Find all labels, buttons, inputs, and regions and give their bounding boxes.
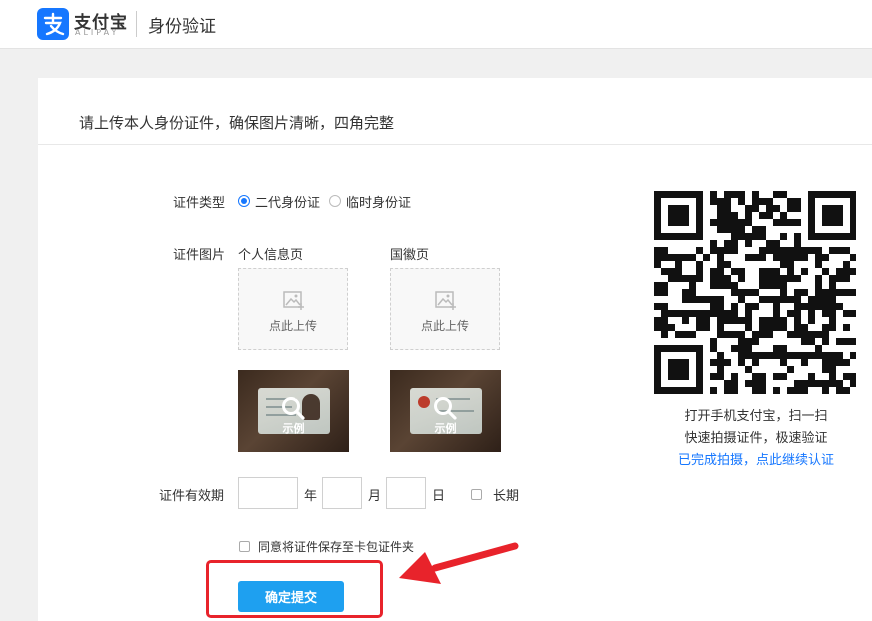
header-divider: [136, 11, 137, 37]
radio-temp-id-label[interactable]: 临时身份证: [346, 192, 411, 211]
save-to-wallet-label[interactable]: 同意将证件保存至卡包证件夹: [258, 538, 414, 555]
upload-instruction: 请上传本人身份证件，确保图片清晰，四角完整: [79, 114, 395, 132]
save-to-wallet-checkbox[interactable]: [239, 541, 250, 552]
qr-instruction-line1: 打开手机支付宝，扫一扫: [684, 409, 828, 424]
back-side-label: 国徽页: [390, 248, 430, 263]
id-image-label: 证件图片: [173, 248, 226, 263]
back-sample-image[interactable]: 示例: [390, 370, 501, 452]
long-term-label[interactable]: 长期: [493, 485, 519, 504]
national-emblem-graphic: [418, 396, 430, 408]
red-arrow-icon: [399, 542, 519, 584]
front-sample-label: 示例: [282, 422, 305, 435]
back-sample-label: 示例: [434, 422, 457, 435]
upload-back-text: 点此上传: [420, 319, 469, 333]
panel-divider: [38, 144, 872, 145]
qr-code-icon: [654, 191, 856, 395]
radio-temp-id[interactable]: [329, 195, 341, 207]
upload-front-text: 点此上传: [268, 319, 317, 333]
submit-button[interactable]: 确定提交: [238, 581, 344, 612]
image-upload-icon: [435, 291, 456, 310]
month-unit: 月: [368, 489, 382, 504]
search-icon: [282, 397, 305, 420]
search-icon: [434, 397, 457, 420]
month-input[interactable]: [322, 477, 362, 509]
page-title: 身份验证: [148, 17, 216, 37]
image-upload-icon: [283, 291, 304, 310]
id-type-label: 证件类型: [173, 196, 226, 211]
qr-instruction-line2: 快速拍摄证件，极速验证: [684, 431, 828, 446]
upload-back-button[interactable]: 点此上传: [390, 268, 500, 350]
long-term-checkbox[interactable]: [471, 489, 482, 500]
top-bar: 支付宝 ALIPAY 身份验证: [0, 0, 872, 49]
year-input[interactable]: [238, 477, 298, 509]
day-input[interactable]: [386, 477, 426, 509]
continue-verification-link[interactable]: 已完成拍摄，点此继续认证: [666, 449, 846, 468]
year-unit: 年: [304, 489, 318, 504]
front-sample-image[interactable]: 示例: [238, 370, 349, 452]
radio-second-gen-id[interactable]: [238, 195, 250, 207]
alipay-logo-icon[interactable]: [37, 8, 69, 40]
brand-name-en: ALIPAY: [75, 28, 120, 37]
upload-front-button[interactable]: 点此上传: [238, 268, 348, 350]
validity-label: 证件有效期: [159, 489, 225, 504]
front-side-label: 个人信息页: [238, 248, 304, 263]
radio-second-gen-id-label[interactable]: 二代身份证: [255, 192, 320, 211]
day-unit: 日: [432, 489, 446, 504]
